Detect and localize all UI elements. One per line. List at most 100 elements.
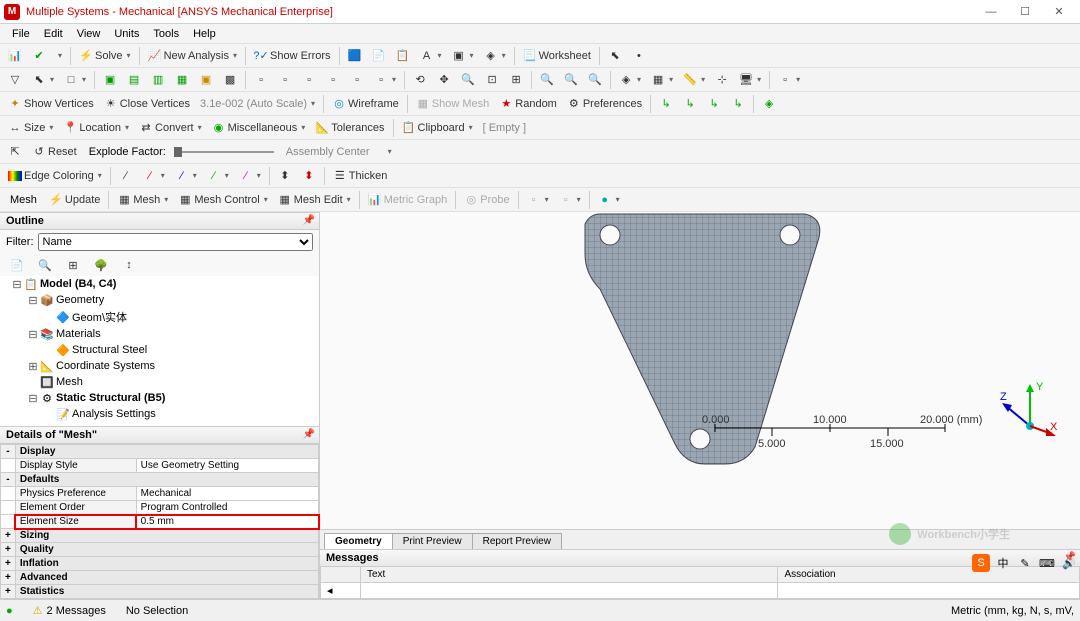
cursor-button[interactable]: ⬉ — [604, 48, 626, 64]
worksheet-button[interactable]: 📃Worksheet — [519, 48, 595, 64]
category-expand[interactable]: + — [1, 557, 16, 571]
sel-point[interactable]: ▣ — [99, 72, 121, 88]
expand-icon[interactable]: ⊟ — [28, 392, 38, 405]
view-axes[interactable]: ⊹ — [711, 72, 733, 88]
sel-ext3[interactable]: ▫ — [298, 72, 320, 88]
toolbar-btn-d[interactable]: A — [416, 48, 446, 64]
edge-h2[interactable]: ⬍ — [298, 168, 320, 184]
property-value[interactable]: Program Controlled — [136, 501, 318, 515]
maximize-button[interactable]: ☐ — [1008, 2, 1042, 22]
update-button[interactable]: ⚡Update — [45, 192, 104, 208]
toolbar-btn-f[interactable]: ◈ — [480, 48, 510, 64]
toolbar-btn-g[interactable]: • — [628, 48, 650, 64]
sel-node[interactable]: ▣ — [195, 72, 217, 88]
coord1[interactable]: ↳ — [655, 96, 677, 112]
expand-icon[interactable]: ⊟ — [28, 294, 38, 307]
property-value[interactable]: 0.5 mm — [136, 515, 318, 529]
clipboard-button[interactable]: 📋Clipboard — [398, 120, 477, 136]
filter-button[interactable]: ▽ — [4, 72, 26, 88]
tree-item[interactable]: ⊟📋Model (B4, C4) — [0, 276, 319, 292]
ime-language-icon[interactable]: 中 — [994, 554, 1012, 572]
toolbar-dropdown1[interactable] — [52, 50, 66, 61]
fit-button[interactable]: ⊞ — [505, 72, 527, 88]
sel-face[interactable]: ▥ — [147, 72, 169, 88]
convert-button[interactable]: ⇄Convert — [135, 120, 206, 136]
expand-icon[interactable]: ⊟ — [28, 328, 38, 341]
property-value[interactable]: Mechanical — [136, 487, 318, 501]
ime-volume-icon[interactable]: 🔊 — [1060, 554, 1078, 572]
solve-button[interactable]: ⚡Solve — [75, 48, 135, 64]
rotate-button[interactable]: ⟲ — [409, 72, 431, 88]
edge-e[interactable]: ∕ — [235, 168, 265, 184]
new-analysis-button[interactable]: 📈New Analysis — [144, 48, 241, 64]
toolbar-btn-a[interactable]: 🟦 — [344, 48, 366, 64]
menu-units[interactable]: Units — [108, 26, 145, 42]
category-name[interactable]: Advanced — [15, 571, 318, 585]
tree-item[interactable]: ⊞📐Coordinate Systems — [0, 358, 319, 374]
sel-ext6[interactable]: ▫ — [370, 72, 400, 88]
status-messages[interactable]: ⚠2 Messages — [33, 604, 106, 617]
tree-item[interactable]: 🔲Mesh — [0, 374, 319, 390]
tree-btn3[interactable]: ⊞ — [62, 257, 84, 273]
ime-keyboard-icon[interactable]: ⌨ — [1038, 554, 1056, 572]
tree-item[interactable]: ⊟⚙Static Structural (B5) — [0, 390, 319, 406]
coord3[interactable]: ↳ — [703, 96, 725, 112]
menu-edit[interactable]: Edit — [38, 26, 69, 42]
select-vertex[interactable]: ⬉ — [28, 72, 58, 88]
view-ruler[interactable]: 📏 — [679, 72, 709, 88]
mesh-menu-button[interactable]: ▦Mesh — [113, 192, 172, 208]
coord4[interactable]: ↳ — [727, 96, 749, 112]
random-button[interactable]: ★Random — [495, 96, 561, 112]
category-name[interactable]: Defaults — [15, 473, 318, 487]
location-button[interactable]: 📍Location — [59, 120, 133, 136]
tree-btn5[interactable]: ↕ — [118, 257, 140, 273]
metric-graph-button[interactable]: 📊Metric Graph — [364, 192, 452, 208]
assembly-center-dd[interactable] — [382, 146, 396, 157]
menu-view[interactable]: View — [71, 26, 107, 42]
tree-item[interactable]: 🔷Geom\实体 — [0, 308, 319, 326]
axis-triad[interactable]: Y Z X — [1000, 376, 1060, 439]
preferences-button[interactable]: ⚙Preferences — [563, 96, 646, 112]
toolbar-btn-c[interactable]: 📋 — [392, 48, 414, 64]
reset-button[interactable]: ↺Reset — [28, 144, 81, 160]
toolbar-icon[interactable]: 📊 — [4, 48, 26, 64]
sel-ext1[interactable]: ▫ — [250, 72, 272, 88]
coord2[interactable]: ↳ — [679, 96, 701, 112]
category-name[interactable]: Quality — [15, 543, 318, 557]
tree-btn2[interactable]: 🔍 — [34, 257, 56, 273]
tree-item[interactable]: 📝Analysis Settings — [0, 406, 319, 422]
details-pin-icon[interactable]: 📌 — [303, 429, 315, 440]
ime-pen-icon[interactable]: ✎ — [1016, 554, 1034, 572]
toolbar-ok[interactable]: ✔ — [28, 48, 50, 64]
category-expand[interactable]: + — [1, 543, 16, 557]
mesh-control-button[interactable]: ▦Mesh Control — [174, 192, 271, 208]
edge-a[interactable]: ∕ — [115, 168, 137, 184]
tolerances-button[interactable]: 📐Tolerances — [311, 120, 388, 136]
category-name[interactable]: Display — [15, 445, 318, 459]
ime-s-icon[interactable]: S — [972, 554, 990, 572]
pin-icon[interactable]: 📌 — [303, 215, 315, 226]
edge-b[interactable]: ∕ — [139, 168, 169, 184]
edge-c[interactable]: ∕ — [171, 168, 201, 184]
probe-dd2[interactable]: ▫ — [555, 192, 585, 208]
pan-button[interactable]: ✥ — [433, 72, 455, 88]
msg-row[interactable]: ◂ — [321, 583, 1080, 599]
tree-item[interactable]: ⊟📚Materials — [0, 326, 319, 342]
tab-geometry[interactable]: Geometry — [324, 533, 393, 549]
show-mesh-button[interactable]: ▦Show Mesh — [412, 96, 493, 112]
select-mode[interactable]: □ — [60, 72, 90, 88]
size-button[interactable]: ↔Size — [4, 120, 57, 136]
tree-btn1[interactable]: 📄 — [6, 257, 28, 273]
category-expand[interactable]: + — [1, 529, 16, 543]
sel-body[interactable]: ▦ — [171, 72, 193, 88]
toolbar-btn-b[interactable]: 📄 — [368, 48, 390, 64]
view-grid[interactable]: ▦ — [647, 72, 677, 88]
sel-elem[interactable]: ▩ — [219, 72, 241, 88]
tree-btn4[interactable]: 🌳 — [90, 257, 112, 273]
probe-dd3[interactable]: ● — [594, 192, 624, 208]
mesh-edit-button[interactable]: ▦Mesh Edit — [274, 192, 355, 208]
cube-tool[interactable]: ◈ — [758, 96, 780, 112]
view1[interactable]: 🔍 — [536, 72, 558, 88]
toolbar-btn-e[interactable]: ▣ — [448, 48, 478, 64]
category-expand[interactable]: + — [1, 585, 16, 599]
